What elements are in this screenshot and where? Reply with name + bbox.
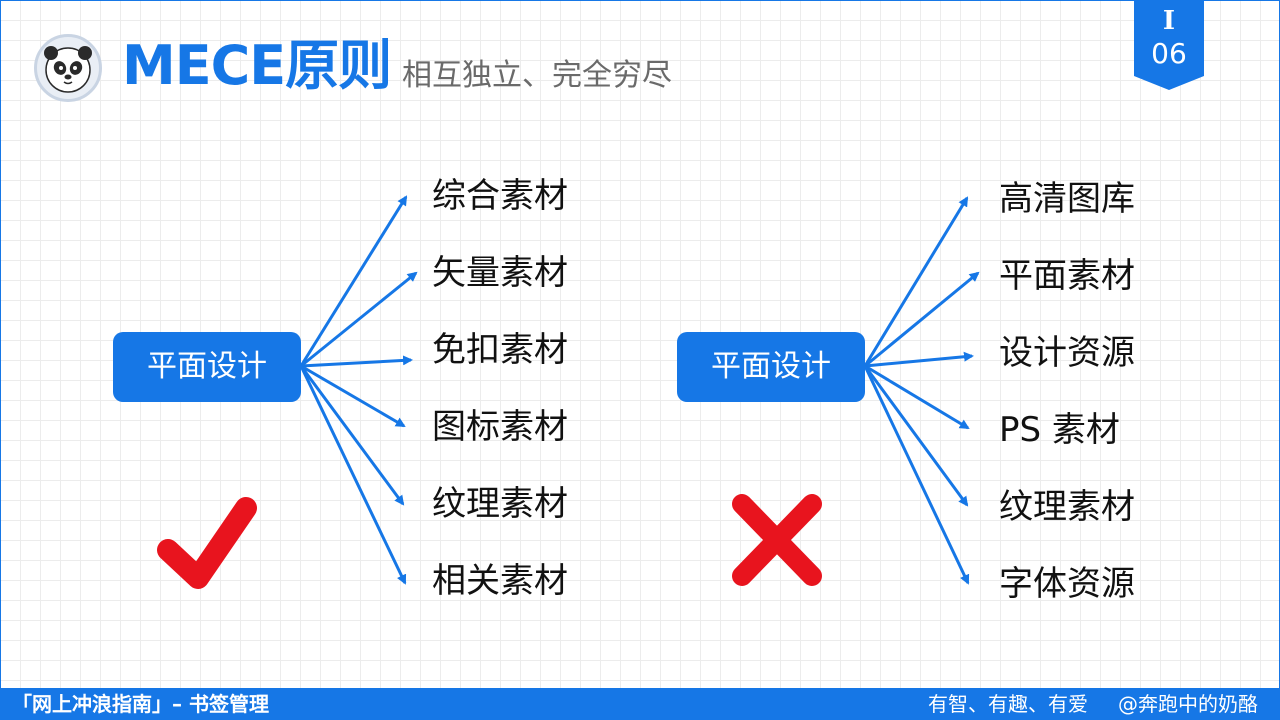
- left-branch-2: 矢量素材: [432, 253, 568, 293]
- footer-motto: 有智、有趣、有爱: [928, 692, 1088, 716]
- left-arrow-1: [299, 195, 408, 367]
- right-branch-1: 高清图库: [999, 179, 1135, 219]
- left-branch-4: 图标素材: [432, 407, 568, 447]
- footer-author: @奔跑中的奶酪: [1118, 692, 1258, 716]
- cross-icon: [732, 494, 822, 586]
- left-branch-3: 免扣素材: [432, 330, 568, 370]
- right-branch-3: 设计资源: [999, 333, 1135, 373]
- right-arrow-2: [864, 271, 980, 368]
- left-branch-1: 综合素材: [432, 176, 568, 216]
- right-arrow-5: [863, 365, 969, 507]
- right-branch-2: 平面素材: [999, 256, 1135, 296]
- footer-bar: 「网上冲浪指南」– 书签管理 有智、有趣、有爱 @奔跑中的奶酪: [0, 688, 1280, 720]
- right-branch-6: 字体资源: [999, 564, 1135, 604]
- right-root-node: 平面设计: [677, 332, 865, 402]
- left-root-node: 平面设计: [113, 332, 301, 402]
- left-arrow-2: [300, 271, 418, 368]
- left-arrow-3: [300, 355, 413, 368]
- left-branch-6: 相关素材: [432, 561, 568, 601]
- left-arrow-6: [299, 365, 407, 585]
- right-branch-5: 纹理素材: [999, 487, 1135, 527]
- right-arrow-1: [863, 196, 969, 367]
- left-connector-group: [299, 195, 418, 585]
- right-branch-4: PS 素材: [999, 410, 1120, 450]
- checkmark-icon: [157, 497, 257, 589]
- right-connector-group: [863, 196, 980, 585]
- left-arrow-5: [299, 365, 405, 506]
- footer-series-title: 「网上冲浪指南」– 书签管理: [12, 692, 269, 716]
- right-arrow-3: [864, 351, 974, 368]
- left-branch-5: 纹理素材: [432, 484, 568, 524]
